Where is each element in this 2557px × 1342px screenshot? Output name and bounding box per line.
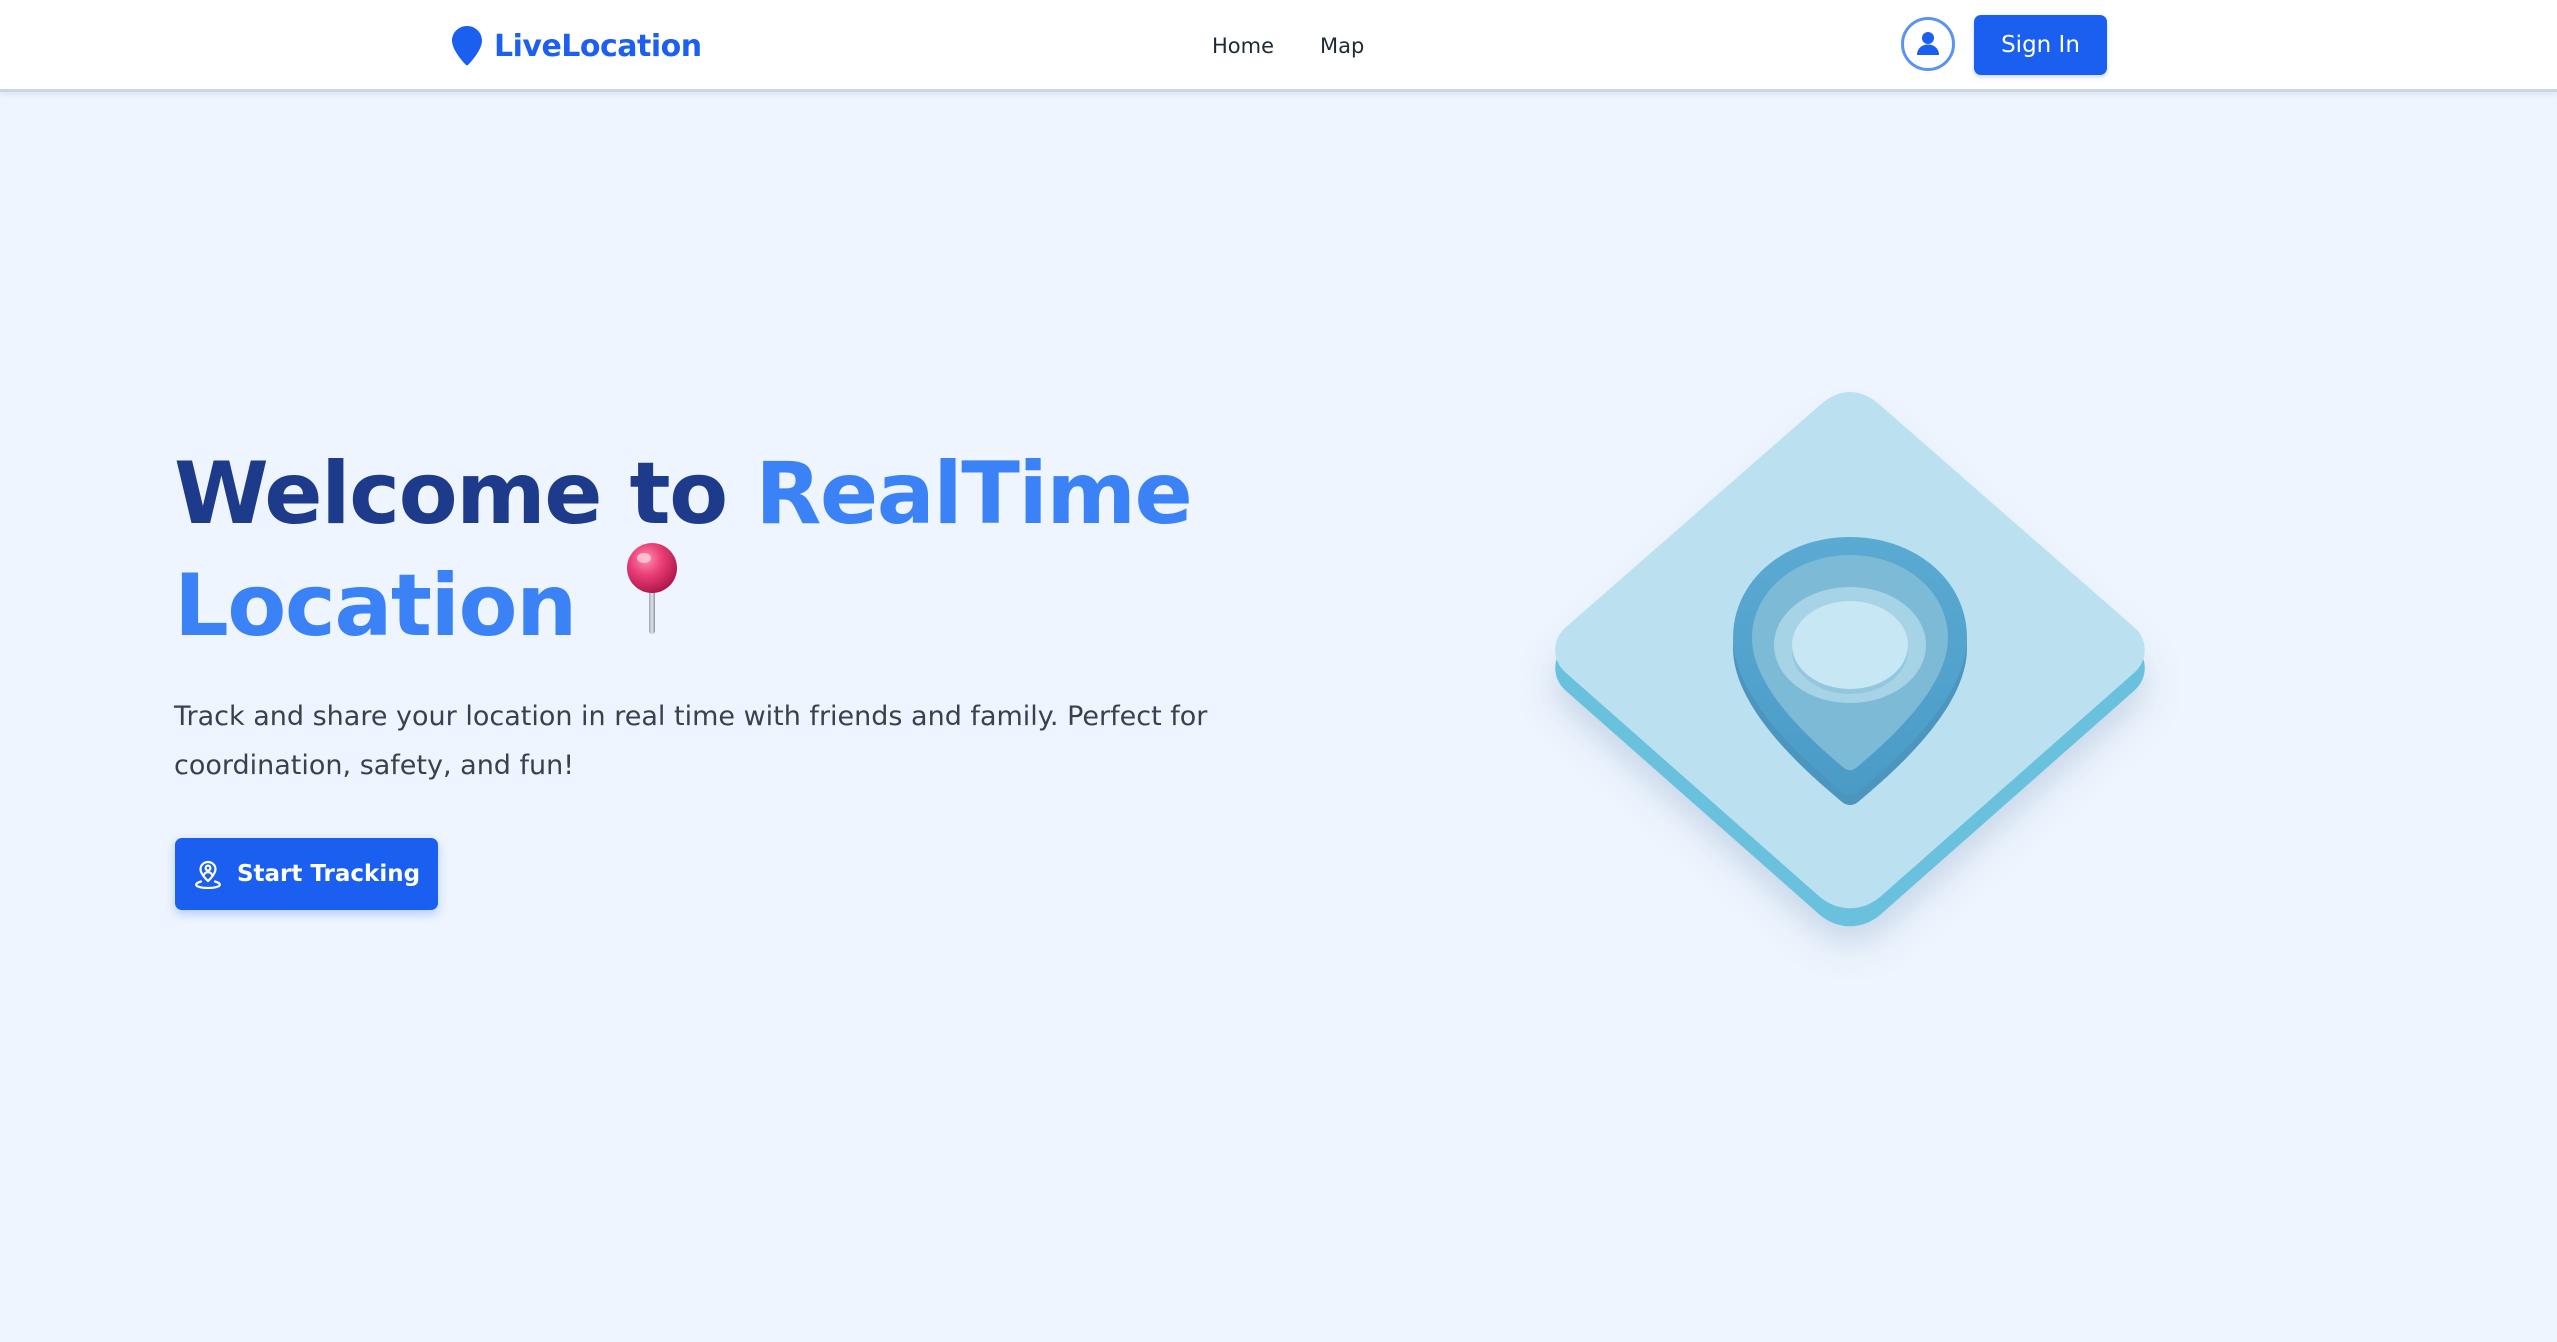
user-circle-icon bbox=[1913, 28, 1943, 61]
user-location-icon bbox=[193, 859, 223, 889]
map-pin-icon bbox=[452, 26, 482, 66]
sign-in-button[interactable]: Sign In bbox=[1974, 15, 2107, 75]
hero-title: Welcome to RealTime Location bbox=[174, 438, 1274, 663]
brand-name: LiveLocation bbox=[494, 28, 702, 64]
hero-title-accent-realtime: RealTime bbox=[755, 444, 1193, 544]
nav-link-map[interactable]: Map bbox=[1320, 28, 1364, 64]
main-nav: Home Map bbox=[1212, 28, 1364, 64]
user-profile-button[interactable] bbox=[1901, 17, 1955, 71]
round-pushpin-icon bbox=[620, 542, 684, 663]
start-tracking-label: Start Tracking bbox=[236, 861, 421, 887]
brand-logo-link[interactable]: LiveLocation bbox=[452, 24, 702, 68]
hero-title-lead: Welcome to bbox=[174, 444, 756, 544]
nav-link-home[interactable]: Home bbox=[1212, 28, 1274, 64]
hero-description: Track and share your location in real ti… bbox=[174, 701, 1208, 781]
hero-title-accent-location: Location bbox=[174, 556, 577, 656]
isometric-location-pin-icon bbox=[1520, 370, 2180, 980]
top-navbar: LiveLocation Home Map Sign In bbox=[0, 0, 2557, 92]
start-tracking-button[interactable]: Start Tracking bbox=[175, 838, 438, 910]
